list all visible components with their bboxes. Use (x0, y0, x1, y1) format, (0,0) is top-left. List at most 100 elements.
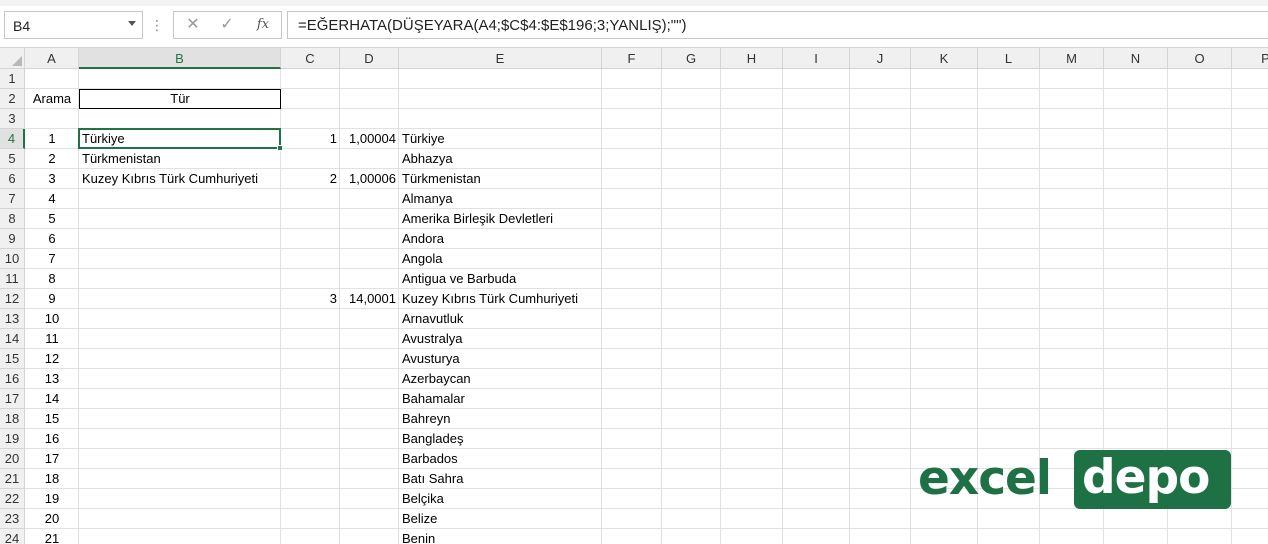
cell-e14[interactable]: Avustralya (399, 329, 602, 349)
column-header-j[interactable]: J (850, 48, 911, 69)
cell-a15[interactable]: 12 (25, 349, 79, 369)
column-header-n[interactable]: N (1104, 48, 1168, 69)
cell-a19[interactable]: 16 (25, 429, 79, 449)
formula-input[interactable]: =EĞERHATA(DÜŞEYARA(A4;$C$4:$E$196;3;YANL… (287, 11, 1268, 39)
cell-e13[interactable]: Arnavutluk (399, 309, 602, 329)
cell-a21[interactable]: 18 (25, 469, 79, 489)
cell-e18[interactable]: Bahreyn (399, 409, 602, 429)
row-header-7[interactable]: 7 (0, 189, 25, 209)
enter-icon[interactable]: ✓ (214, 15, 240, 35)
column-header-d[interactable]: D (340, 48, 399, 69)
cell-e6[interactable]: Türkmenistan (399, 169, 602, 189)
row-header-22[interactable]: 22 (0, 489, 25, 509)
column-header-f[interactable]: F (602, 48, 662, 69)
column-header-e[interactable]: E (399, 48, 602, 69)
row-header-10[interactable]: 10 (0, 249, 25, 269)
cell-d6[interactable]: 1,00006 (340, 169, 399, 189)
insert-function-icon[interactable]: fx (250, 15, 276, 35)
cell-a14[interactable]: 11 (25, 329, 79, 349)
column-header-a[interactable]: A (25, 48, 79, 69)
column-header-o[interactable]: O (1168, 48, 1232, 69)
column-header-k[interactable]: K (911, 48, 978, 69)
row-header-3[interactable]: 3 (0, 109, 25, 129)
cell-e19[interactable]: Bangladeş (399, 429, 602, 449)
cell-a12[interactable]: 9 (25, 289, 79, 309)
cell-e16[interactable]: Azerbaycan (399, 369, 602, 389)
cell-e15[interactable]: Avusturya (399, 349, 602, 369)
name-box[interactable]: B4 (4, 11, 143, 39)
row-header-5[interactable]: 5 (0, 149, 25, 169)
cancel-icon[interactable]: ✕ (180, 15, 206, 35)
column-header-l[interactable]: L (978, 48, 1040, 69)
row-header-11[interactable]: 11 (0, 269, 25, 289)
formula-bar-resize-handle[interactable]: ⋮ (150, 14, 164, 36)
cell-a18[interactable]: 15 (25, 409, 79, 429)
cell-e22[interactable]: Belçika (399, 489, 602, 509)
column-header-c[interactable]: C (281, 48, 340, 69)
row-header-2[interactable]: 2 (0, 89, 25, 109)
cell-e11[interactable]: Antigua ve Barbuda (399, 269, 602, 289)
cell-e4[interactable]: Türkiye (399, 129, 602, 149)
column-header-b[interactable]: B (79, 48, 281, 69)
cell-a24[interactable]: 21 (25, 529, 79, 544)
cell-a7[interactable]: 4 (25, 189, 79, 209)
row-header-18[interactable]: 18 (0, 409, 25, 429)
column-header-m[interactable]: M (1040, 48, 1104, 69)
cell-a23[interactable]: 20 (25, 509, 79, 529)
cell-e10[interactable]: Angola (399, 249, 602, 269)
column-header-p[interactable]: P (1232, 48, 1268, 69)
cell-e9[interactable]: Andora (399, 229, 602, 249)
cell-b2[interactable]: Tür (79, 89, 281, 109)
select-all-button[interactable] (0, 48, 25, 69)
cell-e17[interactable]: Bahamalar (399, 389, 602, 409)
row-header-17[interactable]: 17 (0, 389, 25, 409)
row-header-9[interactable]: 9 (0, 229, 25, 249)
row-header-6[interactable]: 6 (0, 169, 25, 189)
cell-a20[interactable]: 17 (25, 449, 79, 469)
cell-d12[interactable]: 14,0001 (340, 289, 399, 309)
row-header-20[interactable]: 20 (0, 449, 25, 469)
cell-e12[interactable]: Kuzey Kıbrıs Türk Cumhuriyeti (399, 289, 602, 309)
cell-a2[interactable]: Arama (25, 89, 79, 109)
cell-a10[interactable]: 7 (25, 249, 79, 269)
row-header-12[interactable]: 12 (0, 289, 25, 309)
cell-a16[interactable]: 13 (25, 369, 79, 389)
row-header-15[interactable]: 15 (0, 349, 25, 369)
row-header-13[interactable]: 13 (0, 309, 25, 329)
column-header-g[interactable]: G (662, 48, 721, 69)
row-header-8[interactable]: 8 (0, 209, 25, 229)
row-header-4[interactable]: 4 (0, 129, 25, 149)
cell-e20[interactable]: Barbados (399, 449, 602, 469)
cell-b5[interactable]: Türkmenistan (79, 149, 281, 169)
cell-e24[interactable]: Benin (399, 529, 602, 544)
cell-e8[interactable]: Amerika Birleşik Devletleri (399, 209, 602, 229)
cell-a6[interactable]: 3 (25, 169, 79, 189)
row-header-21[interactable]: 21 (0, 469, 25, 489)
row-header-1[interactable]: 1 (0, 69, 25, 89)
row-header-19[interactable]: 19 (0, 429, 25, 449)
cell-c6[interactable]: 2 (281, 169, 340, 189)
cell-e23[interactable]: Belize (399, 509, 602, 529)
cell-a22[interactable]: 19 (25, 489, 79, 509)
row-header-24[interactable]: 24 (0, 529, 25, 544)
cell-e5[interactable]: Abhazya (399, 149, 602, 169)
cell-a11[interactable]: 8 (25, 269, 79, 289)
cell-a8[interactable]: 5 (25, 209, 79, 229)
cell-b6[interactable]: Kuzey Kıbrıs Türk Cumhuriyeti (79, 169, 281, 189)
cell-a4[interactable]: 1 (25, 129, 79, 149)
cell-a5[interactable]: 2 (25, 149, 79, 169)
row-header-16[interactable]: 16 (0, 369, 25, 389)
column-header-i[interactable]: I (783, 48, 850, 69)
cell-e7[interactable]: Almanya (399, 189, 602, 209)
fill-handle[interactable] (277, 145, 283, 151)
cell-a17[interactable]: 14 (25, 389, 79, 409)
cell-c12[interactable]: 3 (281, 289, 340, 309)
cell-a13[interactable]: 10 (25, 309, 79, 329)
cell-c4[interactable]: 1 (281, 129, 340, 149)
cell-d4[interactable]: 1,00004 (340, 129, 399, 149)
cell-e21[interactable]: Batı Sahra (399, 469, 602, 489)
row-header-14[interactable]: 14 (0, 329, 25, 349)
chevron-down-icon[interactable] (128, 21, 136, 26)
row-header-23[interactable]: 23 (0, 509, 25, 529)
column-header-h[interactable]: H (721, 48, 783, 69)
